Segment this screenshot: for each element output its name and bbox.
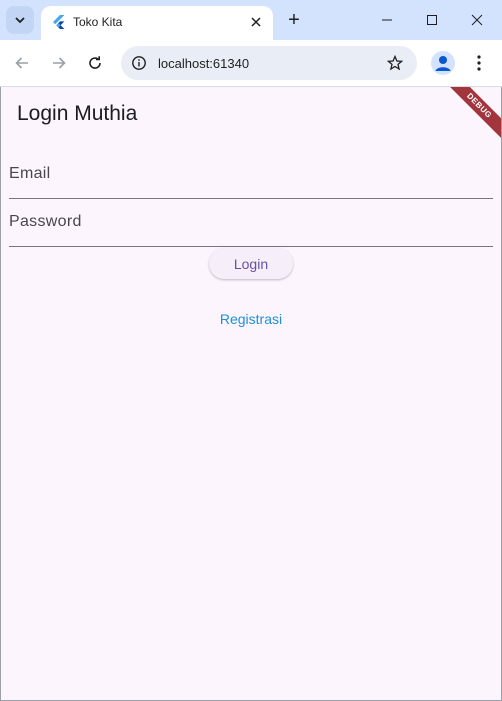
email-field[interactable]: Email [9,159,493,199]
browser-toolbar: localhost:61340 [0,40,502,87]
url-text: localhost:61340 [158,56,250,71]
close-window-button[interactable] [460,6,494,34]
bookmark-star-icon[interactable] [385,53,405,73]
tab-search-button[interactable] [6,6,34,34]
maximize-button[interactable] [415,6,449,34]
arrow-right-icon [53,57,66,69]
person-icon [435,56,451,71]
page-title: Login Muthia [17,102,138,125]
new-tab-button[interactable]: + [282,8,306,32]
close-icon [471,14,483,26]
debug-banner: DEBUG [442,87,501,143]
flutter-icon [53,15,65,29]
minimize-button[interactable] [370,6,404,34]
app-viewport: Login Muthia DEBUG Email Password Login … [1,87,501,700]
arrow-left-icon [15,57,28,69]
site-info-icon[interactable] [129,53,149,73]
browser-tab[interactable]: Toko Kita [41,6,273,40]
profile-avatar[interactable] [431,51,455,75]
address-bar[interactable]: localhost:61340 [121,46,417,80]
login-button[interactable]: Login [209,248,293,279]
password-field[interactable]: Password [9,207,493,247]
password-input[interactable] [9,207,493,246]
chevron-down-icon [15,17,25,24]
minimize-icon [382,19,392,21]
close-tab-icon[interactable] [247,13,265,31]
back-button[interactable] [9,50,35,76]
register-link[interactable]: Registrasi [1,311,501,327]
maximize-icon [427,15,437,25]
tab-title: Toko Kita [73,15,123,29]
email-input[interactable] [9,159,493,198]
window-border-left [0,87,1,701]
browser-menu-button[interactable] [468,51,490,75]
browser-titlebar: Toko Kita + [0,0,502,40]
reload-button[interactable] [82,50,108,76]
forward-button[interactable] [46,50,72,76]
reload-icon [89,56,101,69]
more-vert-icon [477,55,481,71]
